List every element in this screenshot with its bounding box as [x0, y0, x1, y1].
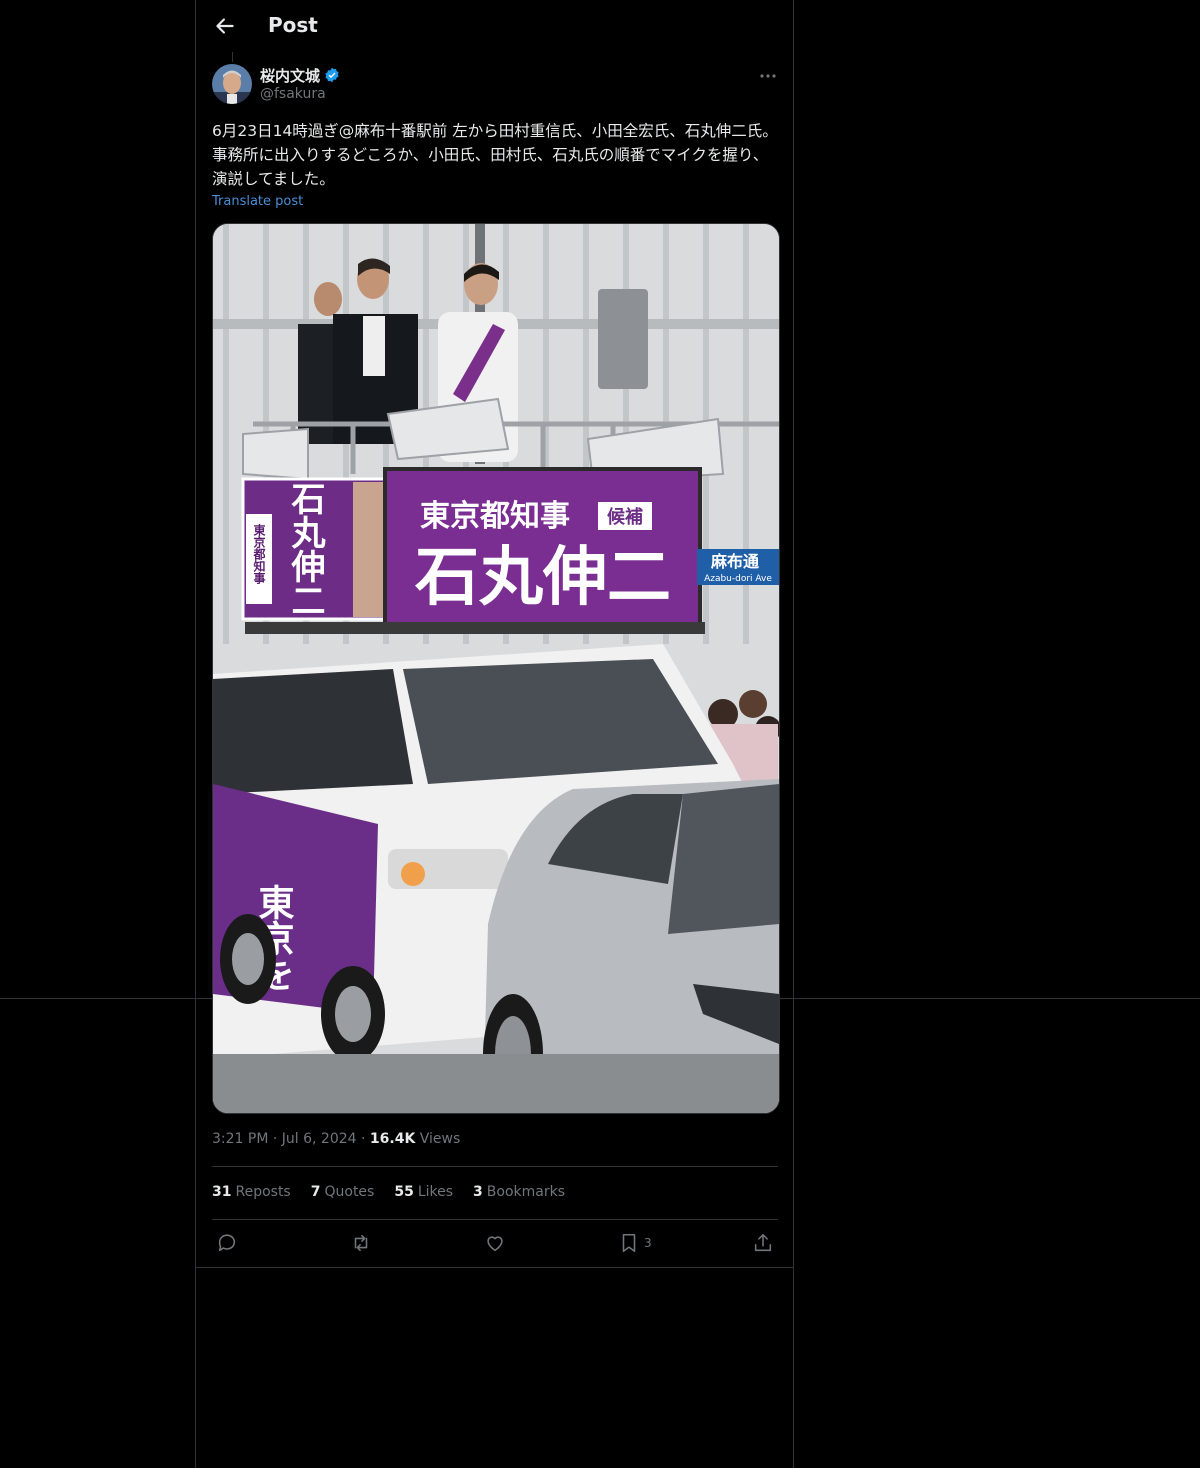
share-button[interactable]	[752, 1230, 774, 1256]
likes-count: 55	[394, 1184, 414, 1200]
heart-icon	[487, 1236, 503, 1252]
post-date[interactable]: Jul 6, 2024	[282, 1131, 357, 1147]
post-meta: 3:21 PM · Jul 6, 2024 · 16.4K Views	[212, 1131, 460, 1147]
campaign-photo: 東京都知事 石丸伸二 東京都知事 候補 石丸伸二 麻布通 Azabu-dori …	[213, 224, 779, 1113]
banner-tag: 候補	[607, 506, 643, 528]
page-title: Post	[268, 13, 318, 37]
street-sign-text: 麻布通	[710, 552, 759, 571]
reply-icon	[218, 1234, 236, 1252]
post-text: 6月23日14時過ぎ@麻布十番駅前 左から田村重信氏、小田全宏氏、石丸伸二氏。 …	[212, 122, 778, 188]
reposts-stat[interactable]: 31 Reposts	[212, 1184, 291, 1200]
street-sign-en: Azabu-dori Ave	[704, 574, 772, 584]
post-column: Post 桜内文城 @fsakura 6月23日14時過ぎ@麻布十番駅前 左から…	[195, 0, 794, 1468]
divider	[212, 1166, 778, 1167]
back-button[interactable]	[212, 13, 238, 39]
likes-stat[interactable]: 55 Likes	[394, 1184, 453, 1200]
avatar[interactable]	[212, 64, 252, 104]
reposts-count: 31	[212, 1184, 232, 1200]
likes-label: Likes	[417, 1184, 454, 1200]
campaign-banner: 東京都知事 石丸伸二 東京都知事 候補 石丸伸二	[241, 467, 705, 634]
verified-badge-icon	[324, 67, 340, 83]
bookmarks-stat[interactable]: 3 Bookmarks	[473, 1184, 565, 1200]
arrow-left-icon	[216, 18, 234, 34]
top-bar: Post	[196, 0, 793, 54]
divider	[196, 1267, 793, 1268]
author-handle[interactable]: @fsakura	[260, 86, 326, 102]
reposts-label: Reposts	[235, 1184, 291, 1200]
banner-title: 東京都知事	[420, 499, 570, 534]
like-button[interactable]	[484, 1230, 506, 1256]
bookmarks-label: Bookmarks	[486, 1184, 566, 1200]
more-options-button[interactable]	[758, 66, 778, 86]
thread-line	[232, 52, 233, 62]
reply-button[interactable]	[216, 1230, 238, 1256]
bookmark-button[interactable]: 3	[618, 1230, 652, 1256]
action-bar: 3	[212, 1230, 780, 1256]
banner-candidate-name: 石丸伸二	[415, 541, 671, 615]
quotes-stat[interactable]: 7 Quotes	[311, 1184, 375, 1200]
meta-separator: ·	[272, 1131, 278, 1147]
engagement-stats: 31 Reposts 7 Quotes 55 Likes 3 Bookmarks	[212, 1184, 565, 1200]
author-name[interactable]: 桜内文城	[260, 65, 320, 86]
quotes-count: 7	[310, 1184, 321, 1200]
bookmarks-count: 3	[473, 1184, 483, 1200]
avatar-image	[212, 64, 252, 104]
repost-button[interactable]	[350, 1230, 372, 1256]
post-image[interactable]: 東京都知事 石丸伸二 東京都知事 候補 石丸伸二 麻布通 Azabu-dori …	[212, 223, 780, 1114]
meta-separator: ·	[361, 1131, 366, 1147]
divider	[212, 1219, 778, 1220]
share-icon	[754, 1233, 772, 1252]
repost-icon	[354, 1234, 368, 1252]
quotes-label: Quotes	[324, 1184, 375, 1200]
post-time[interactable]: 3:21 PM	[212, 1131, 268, 1147]
side-banner-small-text: 東京都知事	[252, 523, 266, 585]
bookmark-icon	[622, 1233, 636, 1253]
side-banner-name: 石丸伸二	[285, 481, 326, 617]
translate-post-link[interactable]: Translate post	[212, 194, 303, 209]
views-count: 16.4K	[369, 1131, 416, 1147]
more-dots-icon	[760, 74, 776, 78]
bookmark-count: 3	[644, 1236, 652, 1250]
views-label: Views	[419, 1131, 461, 1147]
